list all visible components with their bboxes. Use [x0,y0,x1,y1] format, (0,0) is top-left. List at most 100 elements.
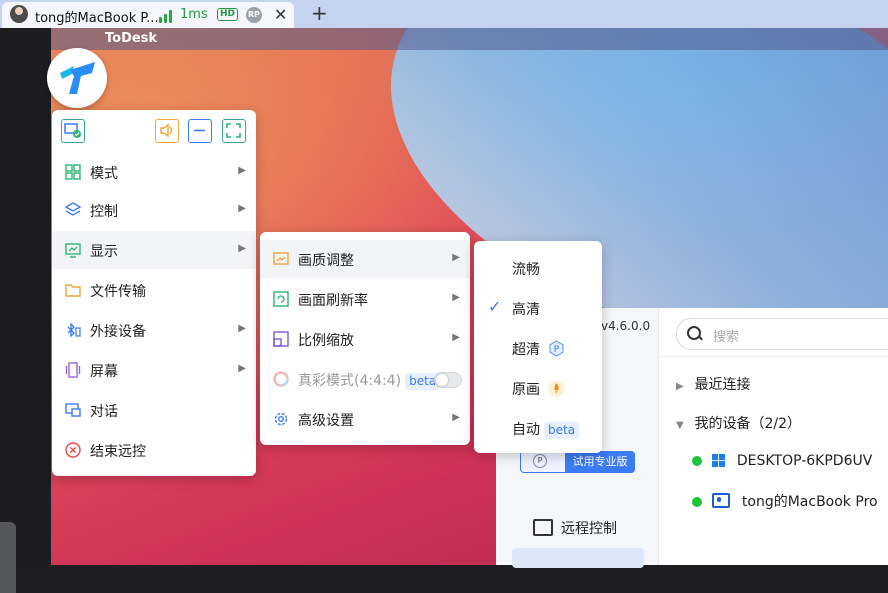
version-label: v4.6.0.0 [601,319,651,333]
monitor-chart-icon [65,243,81,258]
device-name: DESKTOP-6KPD6UV [736,453,873,469]
pro-icon: P [533,454,547,468]
trial-pro-button[interactable]: P 试用专业版 [520,451,635,473]
monitor-check-icon [64,123,81,138]
chevron-right-icon: ▶ [238,165,246,176]
chevron-right-icon: ▶ [452,332,460,343]
gear-icon [274,412,288,426]
quality-option-smooth[interactable]: 流畅 [474,248,602,288]
chevron-right-icon: ▶ [238,323,246,334]
menu-item-label: 高级设置 [298,413,354,429]
device-row[interactable]: DESKTOP-6KPD6UV [692,453,872,469]
menu-item-label: 画面刷新率 [298,293,368,309]
chevron-right-icon: ▶ [452,292,460,303]
menu-item-end-control[interactable]: 结束远控 [52,431,256,469]
caret-down-icon: ▼ [676,420,684,431]
tree-item-recent[interactable]: ▶ 最近连接 [676,374,750,394]
menu-item-file-transfer[interactable]: 文件传输 [52,271,256,309]
quality-option-ultra-hd[interactable]: 超清 P [474,328,602,368]
screen-select-button[interactable] [61,119,85,143]
auto-label: 自动 [512,422,540,438]
tree-label: 我的设备（2/2） [694,416,801,432]
bluetooth-device-icon [67,322,81,338]
todesk-logo-button[interactable] [47,48,107,108]
display-submenu: 画质调整 ▶ 画面刷新率 ▶ 比例缩放 ▶ 真彩模式(4:4:4) beta 高级… [260,232,470,445]
menu-item-advanced-settings[interactable]: 高级设置 ▶ [260,400,470,438]
refresh-screen-icon [273,291,289,307]
search-input[interactable]: 搜索 [676,318,888,350]
menu-item-refresh-rate[interactable]: 画面刷新率 ▶ [260,280,470,318]
minimize-button[interactable] [188,119,212,143]
left-edge [0,28,51,593]
menu-item-mode[interactable]: 模式 ▶ [52,153,256,191]
beta-badge: beta [544,422,580,439]
menu-item-control[interactable]: 控制 ▶ [52,191,256,229]
scale-icon [273,331,289,347]
tab-bar: tong的MacBook P... 1ms HD RP ✕ + [0,0,888,28]
menu-item-display[interactable]: 显示 ▶ [52,231,256,269]
menu-item-label: 显示 [90,244,118,260]
search-icon [687,326,701,340]
chat-icon [65,403,81,417]
mac-icon [712,493,731,508]
svg-text:P: P [554,345,560,355]
online-status-icon [692,456,702,466]
online-status-icon [692,497,702,507]
caret-right-icon: ▶ [676,381,684,392]
menubar-app-name[interactable]: ToDesk [105,31,157,46]
close-icon[interactable]: ✕ [274,5,287,24]
divider [658,356,888,357]
tree-label: 最近连接 [694,377,751,393]
menu-item-label: 真彩模式(4:4:4) beta [298,370,441,390]
screens-icon [65,362,81,378]
quality-option-original[interactable]: 原画 [474,368,602,408]
chevron-right-icon: ▶ [452,412,460,423]
mac-menubar: ToDesk [51,28,888,50]
menu-item-label: 外接设备 [90,324,146,340]
menu-item-screen[interactable]: 屏幕 ▶ [52,351,256,389]
original-label: 原画 [512,382,540,398]
pro-hexagon-icon: P [549,340,564,357]
folder-icon [65,284,81,297]
menu-item-true-color[interactable]: 真彩模式(4:4:4) beta [260,360,470,398]
menu-item-label: 文件传输 [90,284,146,300]
device-row[interactable]: tong的MacBook Pro [692,491,878,511]
sidebar-item-label: 远程控制 [561,521,617,537]
scrollbar[interactable] [0,522,16,593]
grid-icon [65,164,81,180]
tree-item-my-devices[interactable]: ▼ 我的设备（2/2） [676,413,801,433]
menu-item-chat[interactable]: 对话 [52,391,256,429]
speaker-icon [160,123,173,138]
menu-item-quality[interactable]: 画质调整 ▶ [260,240,470,278]
chevron-right-icon: ▶ [238,363,246,374]
avatar [10,5,28,23]
quality-label: 超清 P [512,339,565,359]
color-wheel-icon [273,371,289,387]
hd-badge: HD [217,8,239,21]
rocket-icon [548,380,565,397]
menu-item-scaling[interactable]: 比例缩放 ▶ [260,320,470,358]
menu-item-label: 画质调整 [298,253,354,269]
tab-active[interactable]: tong的MacBook P... 1ms HD RP ✕ [2,2,294,28]
todesk-logo-icon [60,62,95,94]
true-color-toggle[interactable] [434,372,462,388]
tab-title: tong的MacBook P... [35,11,159,26]
device-name: tong的MacBook Pro [741,494,878,510]
menu-item-label: 比例缩放 [298,333,354,349]
fullscreen-button[interactable] [222,119,246,143]
trial-pro-label: 试用专业版 [565,451,635,473]
divider [658,308,659,565]
menu-item-external-devices[interactable]: 外接设备 ▶ [52,311,256,349]
new-tab-button[interactable]: + [311,1,328,25]
quality-option-hd[interactable]: ✓ 高清 [474,288,602,328]
sidebar-item-remote-control[interactable]: 远程控制 [533,518,617,538]
true-color-label: 真彩模式(4:4:4) [298,373,402,389]
sound-button[interactable] [155,119,179,143]
quality-option-auto[interactable]: 自动 beta [474,408,602,448]
chevron-right-icon: ▶ [452,252,460,263]
checkmark-icon: ✓ [488,297,502,316]
sidebar-item-devices[interactable] [512,548,644,568]
windows-icon [712,454,726,467]
minus-icon [194,129,205,132]
remote-control-icon [533,519,553,536]
